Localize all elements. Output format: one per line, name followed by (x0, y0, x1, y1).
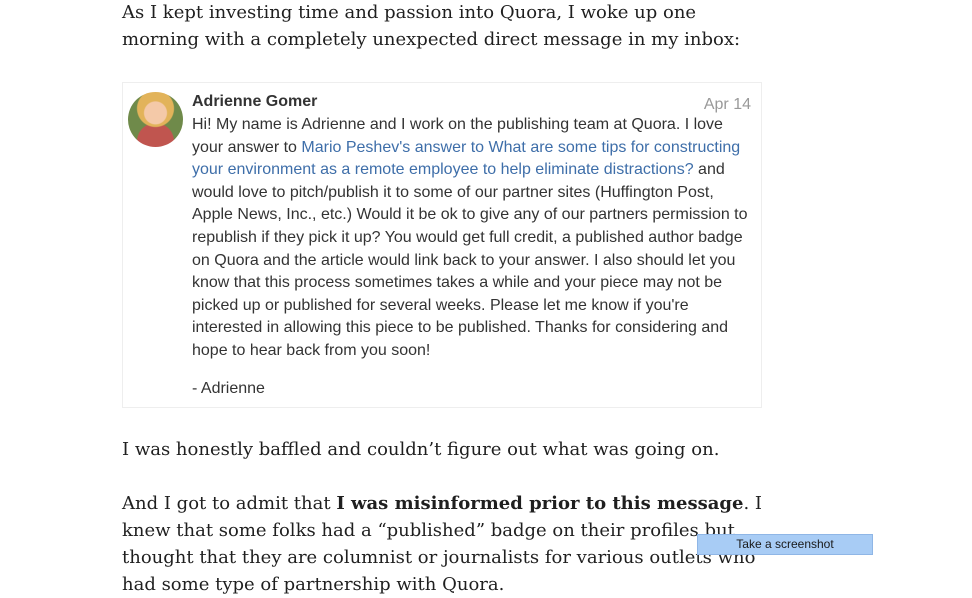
admit-paragraph: And I got to admit that I was misinforme… (122, 490, 772, 598)
admit-bold-text: I was misinformed prior to this message (336, 493, 744, 514)
sender-name[interactable]: Adrienne Gomer (192, 93, 317, 111)
direct-message-card: Adrienne Gomer Apr 14 Hi! My name is Adr… (122, 82, 762, 408)
message-body-end: and would love to pitch/publish it to so… (192, 161, 748, 359)
sender-avatar[interactable] (128, 92, 183, 147)
take-screenshot-button[interactable]: Take a screenshot (697, 534, 873, 555)
admit-prefix: And I got to admit that (122, 493, 337, 514)
intro-paragraph: As I kept investing time and passion int… (122, 2, 741, 50)
message-date: Apr 14 (703, 96, 751, 113)
message-body: Hi! My name is Adrienne and I work on th… (192, 114, 758, 363)
reaction-paragraph: I was honestly baffled and couldn’t figu… (122, 439, 720, 460)
message-signature: - Adrienne (192, 380, 265, 397)
